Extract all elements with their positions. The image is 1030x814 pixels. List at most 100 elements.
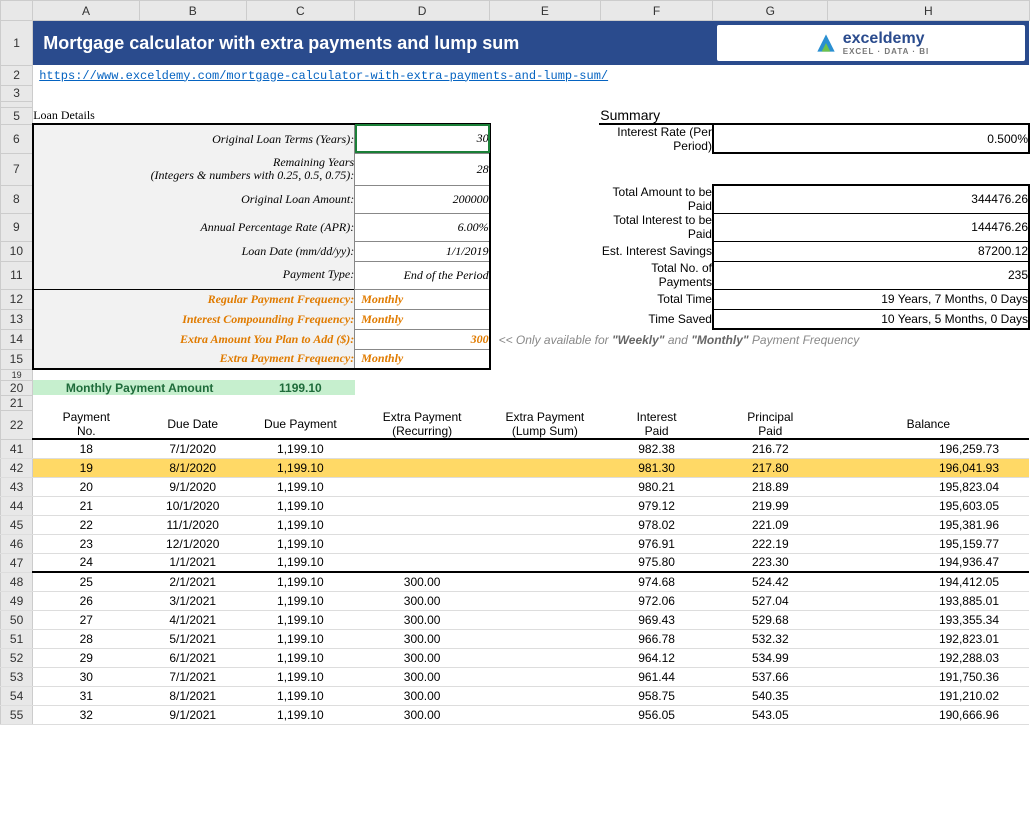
amort-bal[interactable]: 195,159.77 bbox=[828, 534, 1029, 553]
amort-bal[interactable]: 194,412.05 bbox=[828, 572, 1029, 591]
amort-date[interactable]: 12/1/2020 bbox=[139, 534, 246, 553]
table-row[interactable]: 53307/1/20211,199.10300.00961.44537.6619… bbox=[1, 667, 1030, 686]
row-20[interactable]: 20 bbox=[1, 380, 33, 395]
source-link[interactable]: https://www.exceldemy.com/mortgage-calcu… bbox=[39, 69, 608, 83]
amort-no[interactable]: 19 bbox=[33, 458, 140, 477]
monthly-payment-value[interactable]: 1199.10 bbox=[246, 380, 355, 395]
table-row[interactable]: 52296/1/20211,199.10300.00964.12534.9919… bbox=[1, 648, 1030, 667]
amort-date[interactable]: 5/1/2021 bbox=[139, 629, 246, 648]
col-E[interactable]: E bbox=[490, 1, 601, 21]
amort-ip[interactable]: 979.12 bbox=[600, 496, 713, 515]
amort-bal[interactable]: 190,666.96 bbox=[828, 705, 1029, 724]
row-47[interactable]: 47 bbox=[1, 553, 33, 572]
amort-bal[interactable]: 193,885.01 bbox=[828, 591, 1029, 610]
row-52[interactable]: 52 bbox=[1, 648, 33, 667]
amort-pp[interactable]: 529.68 bbox=[713, 610, 828, 629]
amort-pp[interactable]: 524.42 bbox=[713, 572, 828, 591]
amort-ip[interactable]: 982.38 bbox=[600, 439, 713, 458]
amort-due[interactable]: 1,199.10 bbox=[246, 477, 355, 496]
amort-due[interactable]: 1,199.10 bbox=[246, 705, 355, 724]
row-8[interactable]: 8 bbox=[1, 185, 33, 213]
amort-date[interactable]: 11/1/2020 bbox=[139, 515, 246, 534]
row-9[interactable]: 9 bbox=[1, 213, 33, 241]
row-15[interactable]: 15 bbox=[1, 349, 33, 369]
row-5[interactable]: 5 bbox=[1, 107, 33, 124]
amort-bal[interactable]: 193,355.34 bbox=[828, 610, 1029, 629]
amort-ip[interactable]: 974.68 bbox=[600, 572, 713, 591]
amort-bal[interactable]: 191,210.02 bbox=[828, 686, 1029, 705]
row-45[interactable]: 45 bbox=[1, 515, 33, 534]
amort-er[interactable] bbox=[355, 553, 490, 572]
amort-date[interactable]: 4/1/2021 bbox=[139, 610, 246, 629]
table-row[interactable]: 442110/1/20201,199.10979.12219.99195,603… bbox=[1, 496, 1030, 515]
row-7[interactable]: 7 bbox=[1, 153, 33, 185]
amort-el[interactable] bbox=[490, 686, 601, 705]
amort-ip[interactable]: 980.21 bbox=[600, 477, 713, 496]
amort-er[interactable] bbox=[355, 534, 490, 553]
amort-el[interactable] bbox=[490, 496, 601, 515]
amort-el[interactable] bbox=[490, 439, 601, 458]
amort-el[interactable] bbox=[490, 458, 601, 477]
row-51[interactable]: 51 bbox=[1, 629, 33, 648]
amort-ip[interactable]: 972.06 bbox=[600, 591, 713, 610]
row-11[interactable]: 11 bbox=[1, 261, 33, 289]
amort-no[interactable]: 18 bbox=[33, 439, 140, 458]
amort-pp[interactable]: 222.19 bbox=[713, 534, 828, 553]
row-13[interactable]: 13 bbox=[1, 309, 33, 329]
amort-ip[interactable]: 966.78 bbox=[600, 629, 713, 648]
col-B[interactable]: B bbox=[139, 1, 246, 21]
amort-er[interactable]: 300.00 bbox=[355, 629, 490, 648]
amort-er[interactable] bbox=[355, 496, 490, 515]
row-19[interactable]: 19 bbox=[1, 369, 33, 380]
amort-ip[interactable]: 978.02 bbox=[600, 515, 713, 534]
sum-val-savings[interactable]: 87200.12 bbox=[713, 241, 1029, 261]
amort-date[interactable]: 7/1/2020 bbox=[139, 439, 246, 458]
amort-ip[interactable]: 964.12 bbox=[600, 648, 713, 667]
amort-no[interactable]: 23 bbox=[33, 534, 140, 553]
amort-due[interactable]: 1,199.10 bbox=[246, 439, 355, 458]
amort-el[interactable] bbox=[490, 477, 601, 496]
amort-date[interactable]: 7/1/2021 bbox=[139, 667, 246, 686]
amort-ip[interactable]: 958.75 bbox=[600, 686, 713, 705]
row-12[interactable]: 12 bbox=[1, 289, 33, 309]
amort-ip[interactable]: 981.30 bbox=[600, 458, 713, 477]
amort-er[interactable] bbox=[355, 439, 490, 458]
sum-val-tsaved[interactable]: 10 Years, 5 Months, 0 Days bbox=[713, 309, 1029, 329]
amort-bal[interactable]: 195,823.04 bbox=[828, 477, 1029, 496]
cell-D9[interactable]: 6.00% bbox=[355, 213, 490, 241]
row-22[interactable]: 22 bbox=[1, 410, 33, 439]
table-row[interactable]: 50274/1/20211,199.10300.00969.43529.6819… bbox=[1, 610, 1030, 629]
spreadsheet[interactable]: A B C D E F G H 1 Mortgage calculator wi… bbox=[0, 0, 1030, 725]
amort-due[interactable]: 1,199.10 bbox=[246, 610, 355, 629]
amort-pp[interactable]: 216.72 bbox=[713, 439, 828, 458]
table-row[interactable]: 51285/1/20211,199.10300.00966.78532.3219… bbox=[1, 629, 1030, 648]
column-headers[interactable]: A B C D E F G H bbox=[1, 1, 1030, 21]
amort-due[interactable]: 1,199.10 bbox=[246, 496, 355, 515]
amort-date[interactable]: 2/1/2021 bbox=[139, 572, 246, 591]
row-6[interactable]: 6 bbox=[1, 124, 33, 153]
table-row[interactable]: 452211/1/20201,199.10978.02221.09195,381… bbox=[1, 515, 1030, 534]
amort-date[interactable]: 1/1/2021 bbox=[139, 553, 246, 572]
row-1[interactable]: 1 bbox=[1, 21, 33, 66]
amort-date[interactable]: 8/1/2020 bbox=[139, 458, 246, 477]
amort-el[interactable] bbox=[490, 534, 601, 553]
row-10[interactable]: 10 bbox=[1, 241, 33, 261]
amort-bal[interactable]: 191,750.36 bbox=[828, 667, 1029, 686]
cell-D10[interactable]: 1/1/2019 bbox=[355, 241, 490, 261]
amort-pp[interactable]: 543.05 bbox=[713, 705, 828, 724]
amort-ip[interactable]: 956.05 bbox=[600, 705, 713, 724]
sum-val-ttime[interactable]: 19 Years, 7 Months, 0 Days bbox=[713, 289, 1029, 309]
row-54[interactable]: 54 bbox=[1, 686, 33, 705]
amort-ip[interactable]: 976.91 bbox=[600, 534, 713, 553]
col-D[interactable]: D bbox=[355, 1, 490, 21]
amort-due[interactable]: 1,199.10 bbox=[246, 458, 355, 477]
amort-er[interactable]: 300.00 bbox=[355, 610, 490, 629]
amort-no[interactable]: 30 bbox=[33, 667, 140, 686]
cell-D6[interactable]: 30 bbox=[355, 124, 490, 153]
amort-date[interactable]: 9/1/2021 bbox=[139, 705, 246, 724]
amort-due[interactable]: 1,199.10 bbox=[246, 591, 355, 610]
sum-val-total-int[interactable]: 144476.26 bbox=[713, 213, 1029, 241]
table-row[interactable]: 462312/1/20201,199.10976.91222.19195,159… bbox=[1, 534, 1030, 553]
amort-pp[interactable]: 223.30 bbox=[713, 553, 828, 572]
amort-pp[interactable]: 540.35 bbox=[713, 686, 828, 705]
